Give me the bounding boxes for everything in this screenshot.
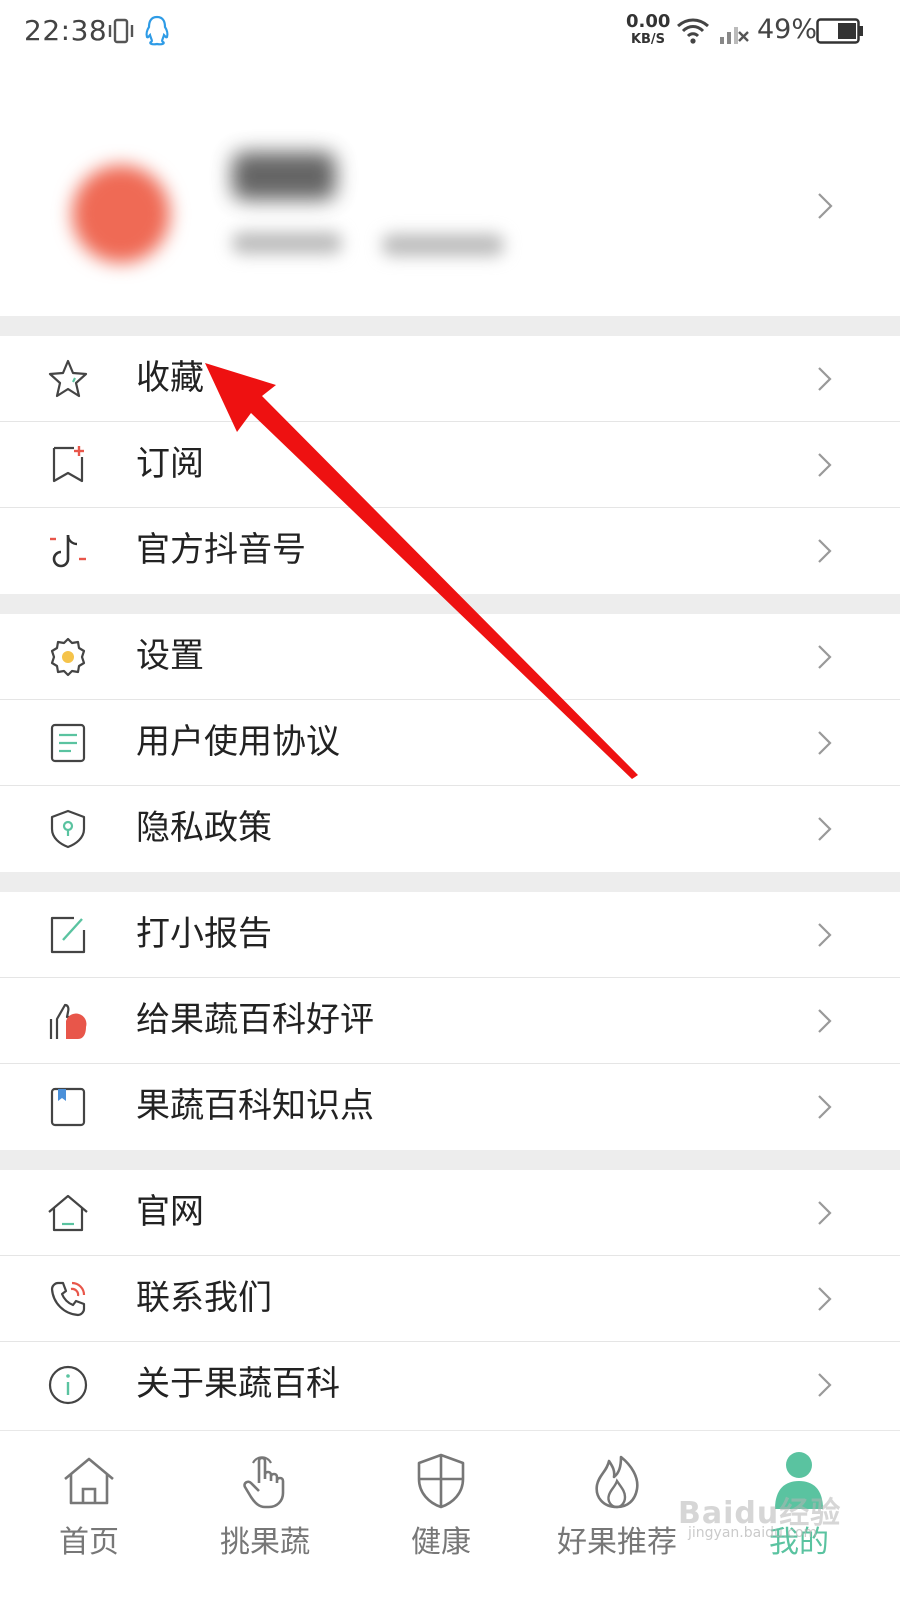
section-separator [0, 1150, 900, 1170]
bookmark-icon [50, 1087, 86, 1127]
chevron-right-icon [818, 1287, 832, 1311]
shield-cross-icon [417, 1453, 465, 1509]
network-speed-value: 0.00 [626, 11, 671, 32]
profile-info-blurred [232, 232, 342, 254]
menu-item-label: 打小报告 [136, 914, 272, 954]
nav-label: 好果推荐 [557, 1525, 677, 1560]
qq-icon [145, 15, 169, 46]
menu-item-report[interactable]: 打小报告 [0, 892, 900, 978]
menu-item-knowledge[interactable]: 果蔬百科知识点 [0, 1064, 900, 1150]
chevron-right-icon [818, 1201, 832, 1225]
menu-item-label: 用户使用协议 [136, 722, 340, 762]
status-bar: 22:38 0.00 KB/S 49% [0, 0, 900, 66]
star-icon [48, 359, 88, 398]
nav-health[interactable]: 健康 [356, 1431, 526, 1600]
menu-item-label: 关于果蔬百科 [136, 1364, 340, 1404]
menu-item-label: 官网 [136, 1192, 204, 1232]
wifi-icon [677, 18, 709, 44]
chevron-right-icon [818, 367, 832, 391]
battery-icon [816, 18, 863, 44]
menu-item-user-agreement[interactable]: 用户使用协议 [0, 700, 900, 786]
home-icon [64, 1457, 114, 1505]
nav-home[interactable]: 首页 [4, 1431, 174, 1600]
phone-icon [50, 1281, 86, 1317]
nav-label: 挑果蔬 [220, 1525, 310, 1560]
chevron-right-icon [818, 923, 832, 947]
profile-info-blurred [382, 234, 504, 256]
nav-recommend[interactable]: 好果推荐 [532, 1431, 702, 1600]
menu-item-privacy-policy[interactable]: 隐私政策 [0, 786, 900, 872]
section-separator [0, 872, 900, 892]
menu-item-label: 给果蔬百科好评 [136, 1000, 374, 1040]
status-time: 22:38 [24, 14, 108, 47]
profile-header[interactable] [0, 110, 900, 300]
username-blurred [232, 152, 336, 200]
nav-pick-produce[interactable]: 挑果蔬 [180, 1431, 350, 1600]
menu-item-rate-app[interactable]: 给果蔬百科好评 [0, 978, 900, 1064]
menu-item-favorites[interactable]: 收藏 [0, 336, 900, 422]
hand-pointer-icon [243, 1456, 285, 1509]
edit-icon [50, 916, 86, 954]
flame-icon [595, 1455, 639, 1509]
menu-item-label: 设置 [136, 636, 204, 676]
watermark-url: jingyan.baidu.com [688, 1525, 818, 1541]
menu-item-label: 收藏 [136, 358, 204, 398]
bookmark-plus-icon [52, 446, 84, 483]
network-speed-unit: KB/S [630, 32, 666, 47]
chevron-right-icon [818, 1095, 832, 1119]
network-speed: 0.00 KB/S [626, 11, 671, 47]
gear-icon [50, 637, 86, 677]
avatar [72, 165, 170, 263]
menu-item-website[interactable]: 官网 [0, 1170, 900, 1256]
menu-item-settings[interactable]: 设置 [0, 614, 900, 700]
section-separator [0, 316, 900, 336]
chevron-right-icon [818, 645, 832, 669]
chevron-right-icon [818, 453, 832, 477]
nav-label: 健康 [411, 1525, 471, 1560]
menu-item-subscriptions[interactable]: 订阅 [0, 422, 900, 508]
menu-item-label: 订阅 [136, 444, 204, 484]
chevron-right-icon [818, 1373, 832, 1397]
chevron-right-icon [818, 817, 832, 841]
chevron-right-icon [818, 731, 832, 755]
menu-item-official-douyin[interactable]: 官方抖音号 [0, 508, 900, 594]
menu-item-contact-us[interactable]: 联系我们 [0, 1256, 900, 1342]
menu-item-label: 隐私政策 [136, 808, 272, 848]
chevron-right-icon [818, 1009, 832, 1033]
signal-icon [720, 27, 749, 44]
thumbs-up-icon [49, 1003, 87, 1039]
home-icon [48, 1194, 88, 1232]
section-separator [0, 594, 900, 614]
tiktok-icon [50, 534, 86, 568]
chevron-right-icon [818, 539, 832, 563]
chevron-right-icon [818, 193, 833, 219]
nav-label: 首页 [59, 1525, 119, 1560]
shield-icon [50, 809, 86, 849]
battery-percent: 49% [757, 14, 818, 45]
document-icon [50, 723, 86, 763]
menu-item-about[interactable]: 关于果蔬百科 [0, 1342, 900, 1428]
menu-item-label: 官方抖音号 [136, 530, 306, 570]
info-icon [48, 1365, 88, 1405]
menu-item-label: 联系我们 [136, 1278, 272, 1318]
vibrate-icon [108, 18, 134, 44]
menu-item-label: 果蔬百科知识点 [136, 1086, 374, 1126]
